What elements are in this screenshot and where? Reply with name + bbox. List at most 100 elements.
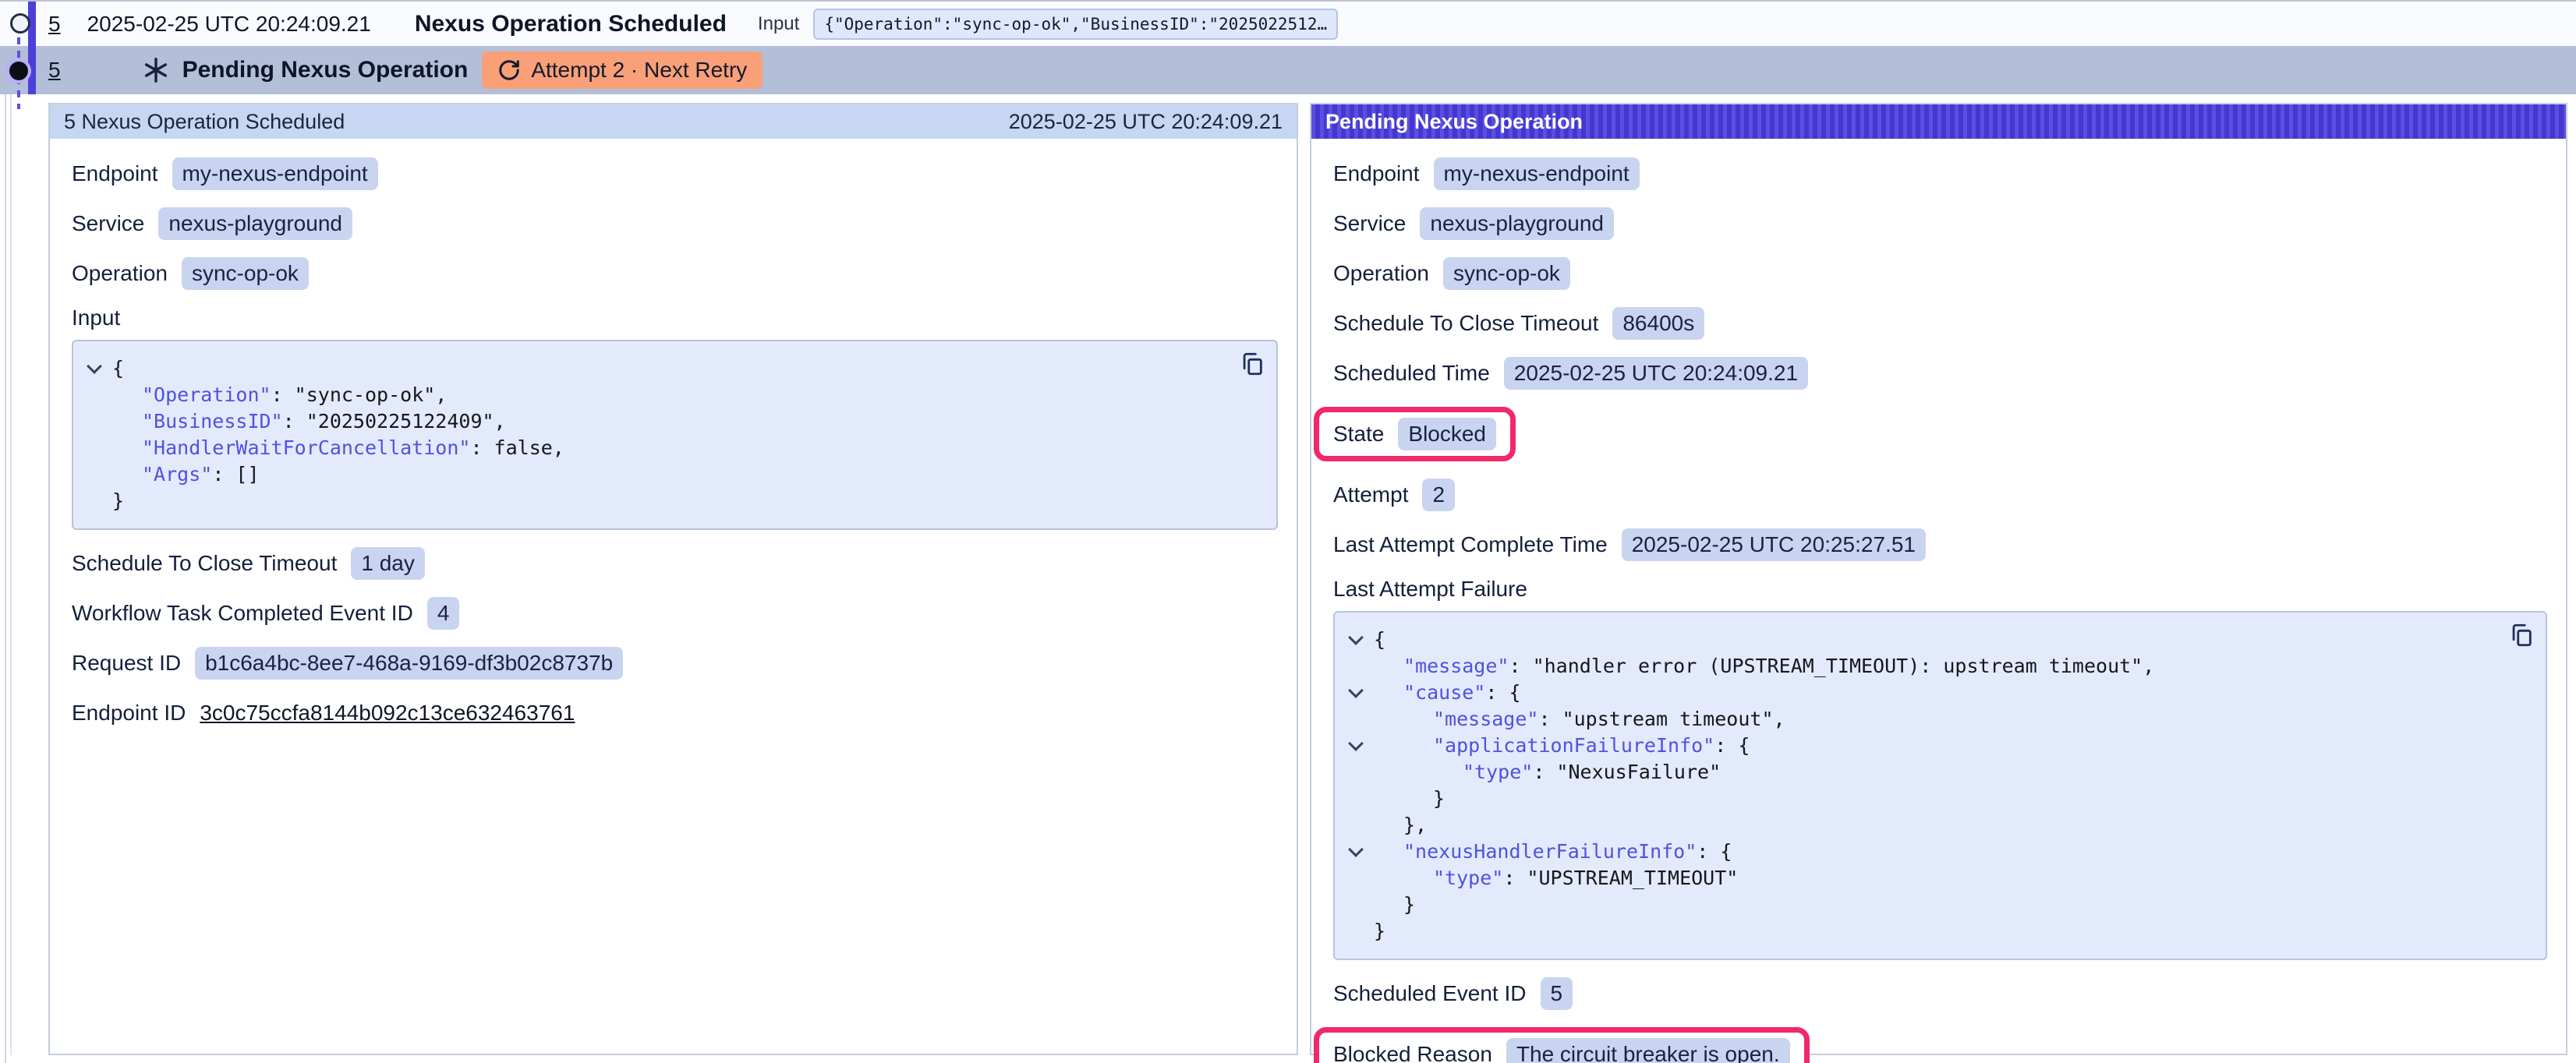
code-text: } <box>1374 918 1385 945</box>
field-list: Scheduled Event ID5Blocked ReasonThe cir… <box>1333 977 2547 1063</box>
code-text: "BusinessID": "20250225122409", <box>142 408 506 435</box>
code-line: }, <box>1338 812 2532 839</box>
code-line: } <box>1338 918 2532 945</box>
code-text: }, <box>1403 812 1427 839</box>
field-label: Operation <box>1333 261 1429 286</box>
event-id-link[interactable]: 5 <box>48 58 61 83</box>
collapse-chevron-icon[interactable] <box>1338 627 1374 653</box>
field-label: Scheduled Event ID <box>1333 981 1527 1006</box>
code-text: { <box>112 355 124 382</box>
highlighted-field-row: Blocked ReasonThe circuit breaker is ope… <box>1314 1027 1810 1063</box>
code-text: } <box>1433 786 1445 812</box>
code-gutter <box>1338 918 1374 945</box>
code-line: } <box>1338 892 2532 918</box>
code-gutter <box>1338 812 1374 839</box>
code-text: "Operation": "sync-op-ok", <box>142 382 447 408</box>
code-line: "HandlerWaitForCancellation": false, <box>76 435 1262 461</box>
scheduled-card-header: 5 Nexus Operation Scheduled 2025-02-25 U… <box>50 104 1297 139</box>
card-body: Endpointmy-nexus-endpointServicenexus-pl… <box>1311 139 2566 1063</box>
code-line: { <box>76 355 1262 382</box>
code-line: "type": "NexusFailure" <box>1338 759 2532 786</box>
event-id-link[interactable]: 5 <box>48 12 61 37</box>
field-list: Endpointmy-nexus-endpointServicenexus-pl… <box>1333 157 2547 561</box>
card-title: 5 Nexus Operation Scheduled <box>64 110 345 134</box>
code-line: "cause": { <box>1338 680 2532 706</box>
field-row: Endpoint my-nexus-endpoint <box>72 157 378 190</box>
field-row: Endpoint ID 3c0c75ccfa8144b092c13ce632463… <box>72 697 575 729</box>
field-value-badge: nexus-playground <box>158 207 352 240</box>
field-label: Service <box>72 211 144 236</box>
code-gutter <box>1338 653 1374 680</box>
field-row: Request IDb1c6a4bc-8ee7-468a-9169-df3b02… <box>72 647 623 680</box>
event-history-page: 5 2025-02-25 UTC 20:24:09.21 Nexus Opera… <box>0 0 2576 1063</box>
code-text: "applicationFailureInfo": { <box>1433 733 1750 759</box>
field-list: Endpoint my-nexus-endpoint Service nexus-pl… <box>72 157 1278 290</box>
pending-operation-card: Pending Nexus Operation Endpointmy-nexus… <box>1310 103 2567 1055</box>
field-value-badge: 5 <box>1541 977 1573 1010</box>
field-value-link[interactable]: 3c0c75ccfa8144b092c13ce632463761 <box>200 701 575 726</box>
code-text: "Args": [] <box>142 461 260 488</box>
code-text: "type": "NexusFailure" <box>1463 759 1721 786</box>
timeline-node-open-icon <box>10 13 30 34</box>
json-viewer: { "message": "handler error (UPSTREAM_TIM… <box>1338 627 2532 945</box>
copy-button[interactable] <box>2508 622 2535 648</box>
pending-event-title: Pending Nexus Operation <box>182 57 469 83</box>
input-label: Input <box>758 13 799 35</box>
collapse-chevron-icon[interactable] <box>1338 680 1374 706</box>
field-row: Last Attempt Complete Time2025-02-25 UTC… <box>1333 528 1926 561</box>
highlighted-field-row: StateBlocked <box>1314 407 1516 461</box>
field-value-badge: 2 <box>1422 479 1455 511</box>
field-row: Service nexus-playground <box>72 207 352 240</box>
code-gutter <box>1338 865 1374 892</box>
field-value-badge: my-nexus-endpoint <box>172 157 378 190</box>
code-line: "Operation": "sync-op-ok", <box>76 382 1262 408</box>
retry-status-badge[interactable]: Attempt 2 · Next Retry <box>482 51 763 89</box>
failure-code-block: { "message": "handler error (UPSTREAM_TIM… <box>1333 611 2547 960</box>
field-value-badge: nexus-playground <box>1420 207 1614 240</box>
field-label: Endpoint ID <box>72 701 186 726</box>
field-row: Attempt2 <box>1333 479 1455 511</box>
retry-icon <box>497 58 521 82</box>
field-row: Scheduled Event ID 5 <box>1333 977 1573 1010</box>
code-line: "type": "UPSTREAM_TIMEOUT" <box>1338 865 2532 892</box>
retry-badge-label: Attempt 2 · Next Retry <box>531 58 747 83</box>
code-gutter <box>76 435 112 461</box>
field-list: Schedule To Close Timeout1 day Workflow T… <box>72 547 1278 729</box>
code-text: "type": "UPSTREAM_TIMEOUT" <box>1433 865 1738 892</box>
json-viewer: { "Operation": "sync-op-ok","BusinessID":… <box>76 355 1262 514</box>
field-label: Schedule To Close Timeout <box>72 551 337 576</box>
card-title: Pending Nexus Operation <box>1325 110 1583 134</box>
collapse-chevron-icon[interactable] <box>1338 733 1374 759</box>
code-text: } <box>1403 892 1415 918</box>
input-preview-badge: {"Operation":"sync-op-ok","BusinessID":"… <box>813 9 1338 40</box>
event-row-pending[interactable]: 5 Pending Nexus Operation Attempt 2 · Ne… <box>0 46 2576 94</box>
collapse-chevron-icon[interactable] <box>1338 839 1374 865</box>
event-details-area: 5 Nexus Operation Scheduled 2025-02-25 U… <box>0 94 2576 1063</box>
field-row: Schedule To Close Timeout1 day <box>72 547 425 580</box>
copy-button[interactable] <box>1239 351 1265 377</box>
field-value-badge: 2025-02-25 UTC 20:24:09.21 <box>1504 357 1808 390</box>
code-text: "HandlerWaitForCancellation": false, <box>142 435 564 461</box>
code-line: } <box>1338 786 2532 812</box>
failure-section-label: Last Attempt Failure <box>1333 577 2547 602</box>
code-text: "message": "handler error (UPSTREAM_TIME… <box>1403 653 2154 680</box>
code-text: { <box>1374 627 1385 653</box>
collapse-chevron-icon[interactable] <box>76 355 112 382</box>
code-gutter <box>76 488 112 514</box>
code-text: } <box>112 488 124 514</box>
input-section-label: Input <box>72 305 1278 330</box>
input-code-block: { "Operation": "sync-op-ok","BusinessID":… <box>72 340 1278 530</box>
timeline-node-current-icon <box>9 62 28 80</box>
code-line: } <box>76 488 1262 514</box>
code-text: "message": "upstream timeout", <box>1433 706 1785 733</box>
code-text: "nexusHandlerFailureInfo": { <box>1403 839 1732 865</box>
field-label: Endpoint <box>72 161 158 186</box>
field-label: Workflow Task Completed Event ID <box>72 601 413 626</box>
selected-rows-indicator-bar <box>28 2 36 94</box>
event-row-scheduled[interactable]: 5 2025-02-25 UTC 20:24:09.21 Nexus Opera… <box>0 2 2576 46</box>
code-text: "cause": { <box>1403 680 1521 706</box>
code-line: "Args": [] <box>76 461 1262 488</box>
field-label: Service <box>1333 211 1406 236</box>
code-gutter <box>76 408 112 435</box>
event-timestamp: 2025-02-25 UTC 20:24:09.21 <box>87 12 371 37</box>
